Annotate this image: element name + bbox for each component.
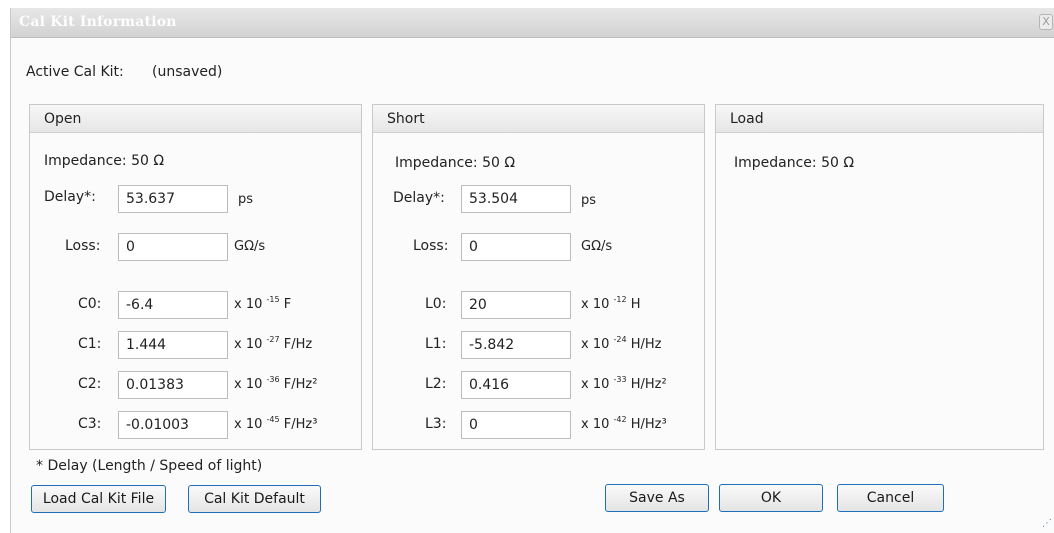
- unit-suffix: H: [630, 297, 641, 312]
- short-coeff-unit: x 10 -42 H/Hz³: [581, 415, 667, 432]
- dialog-title: Cal Kit Information: [19, 14, 177, 30]
- open-delay-label: Delay*:: [44, 189, 96, 205]
- unit-exponent: -12: [613, 295, 627, 304]
- open-loss-input[interactable]: 0: [118, 233, 228, 261]
- short-coeff-input[interactable]: 0: [461, 411, 571, 439]
- unit-prefix: x 10: [581, 337, 610, 352]
- ok-button[interactable]: OK: [719, 484, 823, 512]
- unit-exponent: -45: [266, 415, 280, 424]
- load-panel: Load Impedance: 50 Ω: [715, 104, 1044, 450]
- unit-exponent: -36: [266, 375, 280, 384]
- open-coeff-unit: x 10 -36 F/Hz²: [234, 375, 318, 392]
- delay-footnote: * Delay (Length / Speed of light): [36, 458, 263, 474]
- unit-exponent: -27: [266, 335, 280, 344]
- unit-prefix: x 10: [234, 417, 263, 432]
- short-delay-input[interactable]: 53.504: [461, 185, 571, 213]
- open-delay-unit: ps: [238, 192, 254, 207]
- unit-suffix: F/Hz³: [283, 417, 318, 432]
- load-cal-kit-file-button[interactable]: Load Cal Kit File: [31, 485, 166, 513]
- unit-prefix: x 10: [581, 377, 610, 392]
- short-delay-unit: ps: [581, 193, 597, 208]
- unit-suffix: F/Hz²: [283, 377, 318, 392]
- open-loss-unit: GΩ/s: [234, 239, 266, 254]
- short-coeff-input[interactable]: -5.842: [461, 331, 571, 359]
- unit-prefix: x 10: [234, 297, 263, 312]
- open-coeff-input[interactable]: 0.01383: [118, 371, 228, 399]
- load-panel-header: Load: [716, 105, 1043, 133]
- short-impedance: Impedance: 50 Ω: [395, 155, 516, 171]
- unit-suffix: F: [283, 297, 292, 312]
- unit-suffix: H/Hz²: [630, 377, 667, 392]
- cal-kit-default-button[interactable]: Cal Kit Default: [188, 485, 321, 513]
- open-coeff-unit: x 10 -27 F/Hz: [234, 335, 313, 352]
- short-panel: Short Impedance: 50 Ω Delay*: 53.504 ps …: [372, 104, 705, 450]
- load-impedance: Impedance: 50 Ω: [734, 155, 855, 171]
- title-bar[interactable]: Cal Kit Information X: [11, 8, 1054, 38]
- open-impedance: Impedance: 50 Ω: [44, 153, 165, 169]
- open-coeff-label: C3:: [78, 416, 102, 432]
- active-cal-kit-label: Active Cal Kit:: [26, 64, 124, 80]
- resize-grip-icon[interactable]: ⋰: [1042, 518, 1052, 529]
- short-coeff-label: L2:: [425, 376, 447, 392]
- open-coeff-label: C1:: [78, 336, 102, 352]
- open-coeff-label: C2:: [78, 376, 102, 392]
- short-loss-label: Loss:: [413, 238, 449, 254]
- open-coeff-label: C0:: [78, 296, 102, 312]
- open-coeff-input[interactable]: -0.01003: [118, 411, 228, 439]
- short-coeff-unit: x 10 -33 H/Hz²: [581, 375, 667, 392]
- unit-suffix: H/Hz: [630, 337, 662, 352]
- short-coeff-unit: x 10 -24 H/Hz: [581, 335, 662, 352]
- unit-exponent: -33: [613, 375, 627, 384]
- unit-suffix: F/Hz: [283, 337, 313, 352]
- cancel-button[interactable]: Cancel: [837, 484, 944, 512]
- short-coeff-unit: x 10 -12 H: [581, 295, 641, 312]
- short-panel-header: Short: [373, 105, 704, 133]
- open-panel: Open Impedance: 50 Ω Delay*: 53.637 ps L…: [29, 104, 362, 450]
- short-coeff-label: L0:: [425, 296, 447, 312]
- short-coeff-label: L1:: [425, 336, 447, 352]
- open-coeff-input[interactable]: 1.444: [118, 331, 228, 359]
- open-panel-header: Open: [30, 105, 361, 133]
- open-delay-input[interactable]: 53.637: [118, 185, 228, 213]
- active-cal-kit-value: (unsaved): [152, 64, 223, 80]
- unit-suffix: H/Hz³: [630, 417, 667, 432]
- unit-exponent: -42: [613, 415, 627, 424]
- open-coeff-input[interactable]: -6.4: [118, 291, 228, 319]
- unit-prefix: x 10: [234, 337, 263, 352]
- open-coeff-unit: x 10 -15 F: [234, 295, 292, 312]
- open-coeff-unit: x 10 -45 F/Hz³: [234, 415, 318, 432]
- unit-exponent: -24: [613, 335, 627, 344]
- open-loss-label: Loss:: [65, 238, 101, 254]
- short-delay-label: Delay*:: [393, 190, 445, 206]
- unit-exponent: -15: [266, 295, 280, 304]
- unit-prefix: x 10: [234, 377, 263, 392]
- save-as-button[interactable]: Save As: [605, 484, 709, 512]
- short-coeff-label: L3:: [425, 416, 447, 432]
- short-coeff-input[interactable]: 20: [461, 291, 571, 319]
- unit-prefix: x 10: [581, 417, 610, 432]
- short-coeff-input[interactable]: 0.416: [461, 371, 571, 399]
- unit-prefix: x 10: [581, 297, 610, 312]
- close-icon[interactable]: X: [1039, 14, 1053, 30]
- short-loss-input[interactable]: 0: [461, 233, 571, 261]
- short-loss-unit: GΩ/s: [581, 239, 613, 254]
